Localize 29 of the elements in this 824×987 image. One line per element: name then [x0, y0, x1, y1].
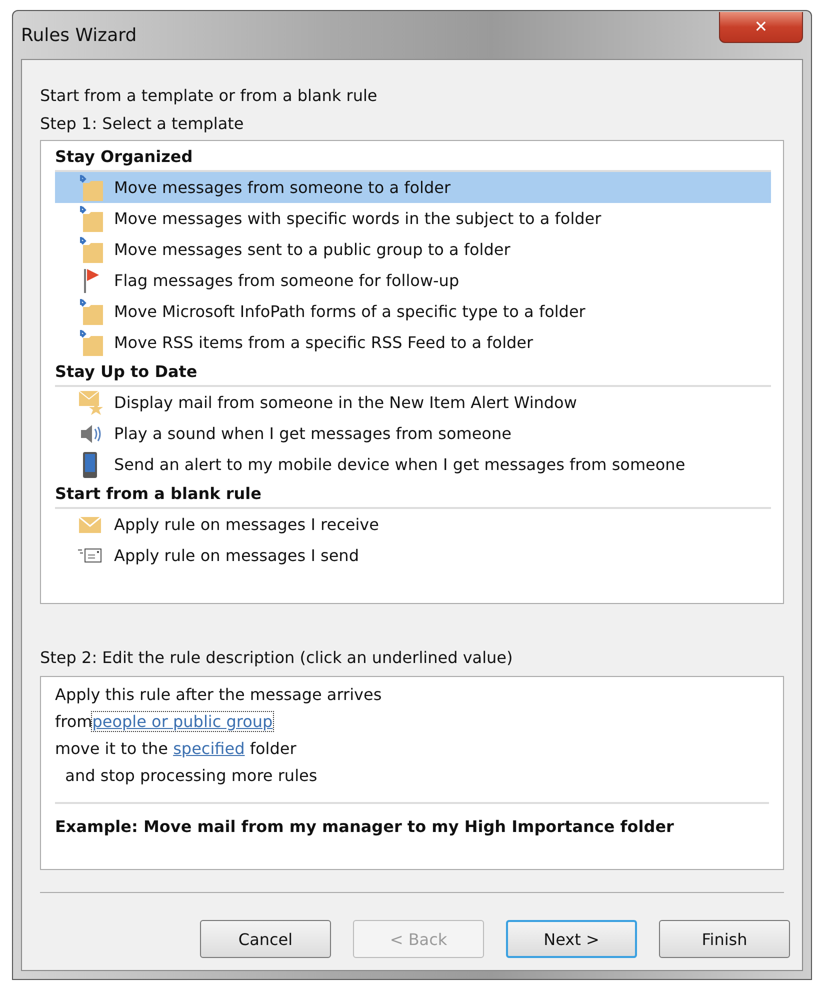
description-text: and stop processing more rules [64, 766, 318, 785]
template-item[interactable]: Move messages sent to a public group to a folder [55, 234, 771, 265]
description-text: from [55, 712, 92, 731]
group-header: Start from a blank rule [55, 480, 771, 509]
template-item[interactable]: Display mail from someone in the New Item Alert Window [55, 387, 771, 418]
template-item[interactable]: Play a sound when I get messages from someone [55, 418, 771, 449]
template-item[interactable]: Apply rule on messages I receive [55, 509, 771, 540]
next-button[interactable]: Next > [506, 920, 637, 958]
instruction-text: Start from a template or from a blank rule [40, 85, 378, 107]
template-item[interactable]: Move messages with specific words in the subject to a folder [55, 203, 771, 234]
value-link[interactable]: people or public group [92, 712, 273, 731]
group-header: Stay Up to Date [55, 358, 771, 387]
template-item[interactable]: Move RSS items from a specific RSS Feed to a folder [55, 327, 771, 358]
example-text: Example: Move mail from my manager to my High Importance folder [55, 817, 675, 836]
template-item[interactable]: Move Microsoft InfoPath forms of a specific type to a folder [55, 296, 771, 327]
template-item[interactable]: Send an alert to my mobile device when I get messages from someone [55, 449, 771, 480]
description-text: move it to the [55, 739, 169, 758]
description-text: Apply this rule after the message arrives [55, 685, 382, 704]
description-text: folder [248, 739, 296, 758]
template-item[interactable]: Apply rule on messages I send [55, 540, 771, 571]
cancel-button[interactable]: Cancel [200, 920, 331, 958]
template-item[interactable]: Move messages from someone to a folder [55, 172, 771, 203]
template-item[interactable]: Flag messages from someone for follow-up [55, 265, 771, 296]
window-title: Rules Wizard [21, 24, 137, 46]
value-link[interactable]: specified [173, 739, 245, 758]
close-button[interactable]: ✕ [719, 12, 803, 42]
step-label: Step 2: Edit the rule description (click an underlined value) [40, 647, 514, 669]
step-label: Step 1: Select a template [40, 113, 245, 135]
finish-button[interactable]: Finish [659, 920, 790, 958]
